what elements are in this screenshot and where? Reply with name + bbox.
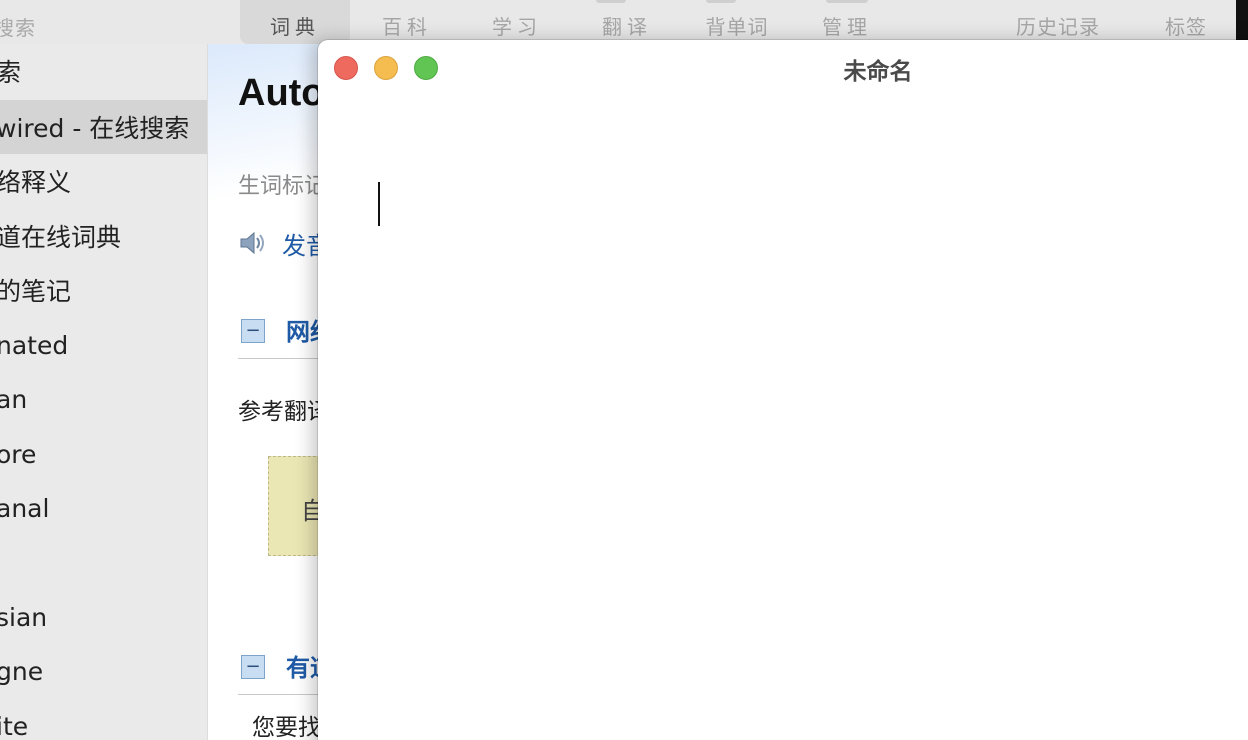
window-title: 未命名 (843, 59, 913, 85)
collapse-toggle-icon[interactable]: − (241, 319, 265, 343)
list-item[interactable]: ite (0, 699, 207, 740)
results-sidebar: 索 wired - 在线搜索 络释义 道在线词典 的笔记 nated an or… (0, 44, 208, 740)
tab-manage[interactable]: 管理 (792, 0, 902, 44)
vocab-mark-label[interactable]: 生词标记 (238, 168, 326, 200)
list-item-selected[interactable]: wired - 在线搜索 (0, 100, 207, 154)
list-item[interactable]: anal (0, 481, 207, 535)
tab-dictionary[interactable]: 词典 (240, 0, 350, 44)
zoom-button[interactable] (414, 56, 438, 80)
list-item[interactable]: 络释义 (0, 154, 207, 208)
text-editor-window: 未命名 (318, 40, 1248, 740)
tab-encyclopedia[interactable]: 百科 (352, 0, 462, 44)
desktop-screen: 搜索 词典 百科 学习 翻译 背单词 管理 历史记录 标签 索 wired - … (0, 0, 1248, 740)
document-text-area[interactable] (318, 96, 1248, 740)
did-you-mean-label: 您要找 (252, 715, 321, 740)
history-button[interactable]: 历史记录 (1000, 0, 1116, 44)
tab-translate[interactable]: 翻译 (572, 0, 682, 44)
list-item[interactable]: 索 (0, 44, 207, 98)
search-hint[interactable]: 搜索 (0, 12, 36, 41)
list-item[interactable]: nated (0, 318, 207, 372)
list-item[interactable]: 的笔记 (0, 263, 207, 317)
reference-label: 参考翻译 (238, 399, 330, 425)
list-item[interactable]: sian (0, 590, 207, 644)
tab-icon-hint (706, 0, 736, 3)
list-item[interactable]: gne (0, 644, 207, 698)
tab-vocabulary[interactable]: 背单词 (682, 0, 792, 44)
tags-button[interactable]: 标签 (1150, 0, 1222, 44)
text-cursor (378, 182, 380, 226)
minimize-button[interactable] (374, 56, 398, 80)
list-item[interactable]: ore (0, 427, 207, 481)
tab-learning[interactable]: 学习 (462, 0, 572, 44)
list-item[interactable]: an (0, 372, 207, 426)
collapse-toggle-icon[interactable]: − (241, 655, 265, 679)
word-title: Auto (238, 72, 325, 114)
speaker-icon[interactable] (238, 228, 268, 258)
list-item[interactable]: 道在线词典 (0, 209, 207, 263)
tab-icon-hint (596, 0, 626, 3)
dictionary-toolbar: 搜索 词典 百科 学习 翻译 背单词 管理 历史记录 标签 (0, 0, 1248, 45)
tab-icon-hint (826, 0, 868, 3)
close-button[interactable] (334, 56, 358, 80)
window-edge (1236, 0, 1248, 40)
